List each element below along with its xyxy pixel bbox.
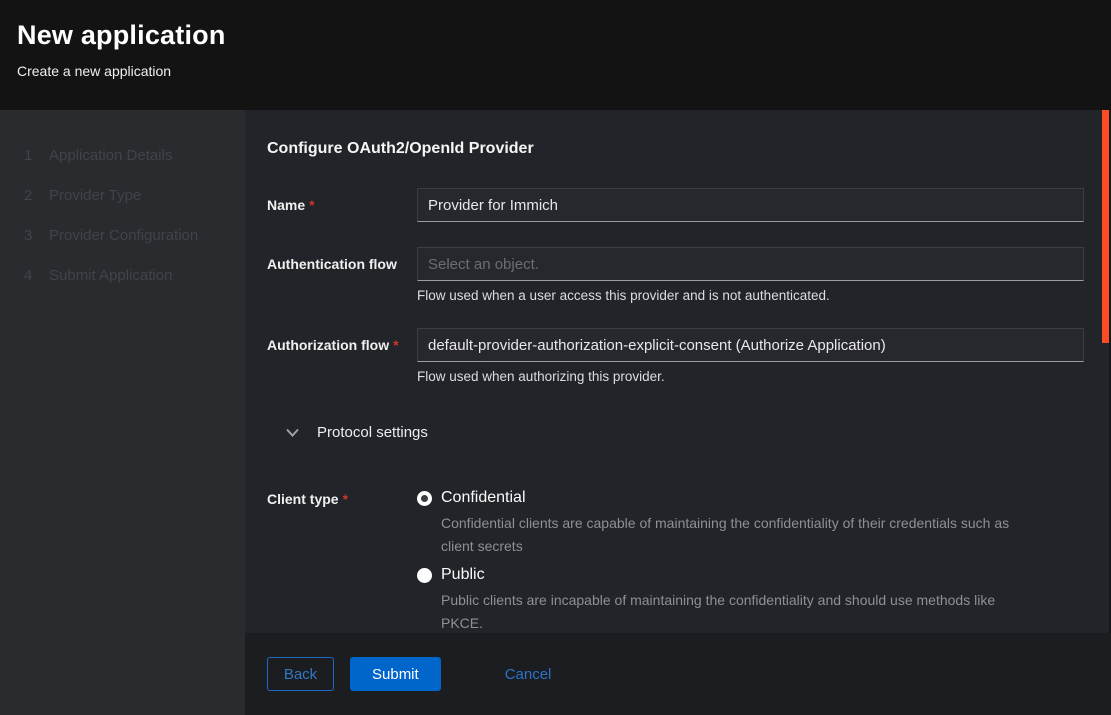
step-number: 3 (24, 227, 40, 244)
submit-button[interactable]: Submit (350, 657, 441, 691)
page-title: New application (17, 20, 1111, 51)
step-number: 2 (24, 187, 40, 204)
authorization-flow-row: Authorization flow* Flow used when autho… (267, 328, 1084, 384)
authentication-flow-label: Authentication flow (267, 247, 417, 303)
step-number: 4 (24, 267, 40, 284)
name-label: Name* (267, 188, 417, 222)
protocol-settings-toggle[interactable]: Protocol settings (267, 424, 428, 441)
required-asterisk: * (309, 197, 314, 213)
step-application-details[interactable]: 1 Application Details (0, 135, 245, 175)
wizard-content: Configure OAuth2/OpenId Provider Name* A… (245, 110, 1111, 633)
client-type-option-public: Public Public clients are incapable of m… (417, 566, 1084, 633)
page-header: New application Create a new application (0, 0, 1111, 110)
client-type-option-confidential: Confidential Confidential clients are ca… (417, 489, 1084, 558)
wizard-body: 1 Application Details 2 Provider Type 3 … (0, 110, 1111, 715)
confidential-description: Confidential clients are capable of main… (441, 512, 1021, 558)
public-radio-label[interactable]: Public (441, 566, 485, 584)
page-subtitle: Create a new application (17, 63, 1111, 79)
back-button[interactable]: Back (267, 657, 334, 691)
section-heading: Configure OAuth2/OpenId Provider (267, 140, 1084, 158)
required-asterisk: * (343, 491, 348, 507)
step-number: 1 (24, 147, 40, 164)
step-label: Submit Application (49, 267, 172, 284)
authorization-flow-select[interactable] (417, 328, 1084, 362)
authentication-flow-select[interactable] (417, 247, 1084, 281)
authentication-flow-row: Authentication flow Flow used when a use… (267, 247, 1084, 303)
step-provider-type[interactable]: 2 Provider Type (0, 175, 245, 215)
step-label: Provider Configuration (49, 227, 198, 244)
authorization-flow-label: Authorization flow* (267, 328, 417, 384)
confidential-radio-label[interactable]: Confidential (441, 489, 526, 507)
step-label: Application Details (49, 147, 172, 164)
client-type-row: Client type* Confidential Confidential c… (267, 489, 1084, 633)
confidential-radio[interactable]: Confidential (417, 489, 1084, 507)
name-input[interactable] (417, 188, 1084, 222)
wizard-steps-nav: 1 Application Details 2 Provider Type 3 … (0, 110, 245, 715)
protocol-settings-label: Protocol settings (317, 424, 428, 441)
authorization-flow-help: Flow used when authorizing this provider… (417, 369, 1084, 384)
step-provider-configuration[interactable]: 3 Provider Configuration (0, 215, 245, 255)
cancel-link[interactable]: Cancel (505, 666, 552, 683)
public-description: Public clients are incapable of maintain… (441, 589, 1021, 633)
authentication-flow-help: Flow used when a user access this provid… (417, 288, 1084, 303)
chevron-down-icon (286, 428, 299, 437)
wizard-footer: Back Submit Cancel (245, 633, 1111, 715)
scrollbar-thumb[interactable] (1102, 110, 1109, 343)
required-asterisk: * (393, 337, 398, 353)
name-row: Name* (267, 188, 1084, 222)
radio-selected-icon[interactable] (417, 491, 432, 506)
step-submit-application[interactable]: 4 Submit Application (0, 255, 245, 295)
public-radio[interactable]: Public (417, 566, 1084, 584)
client-type-label: Client type* (267, 489, 417, 633)
step-label: Provider Type (49, 187, 141, 204)
radio-unselected-icon[interactable] (417, 568, 432, 583)
wizard-main: Configure OAuth2/OpenId Provider Name* A… (245, 110, 1111, 715)
